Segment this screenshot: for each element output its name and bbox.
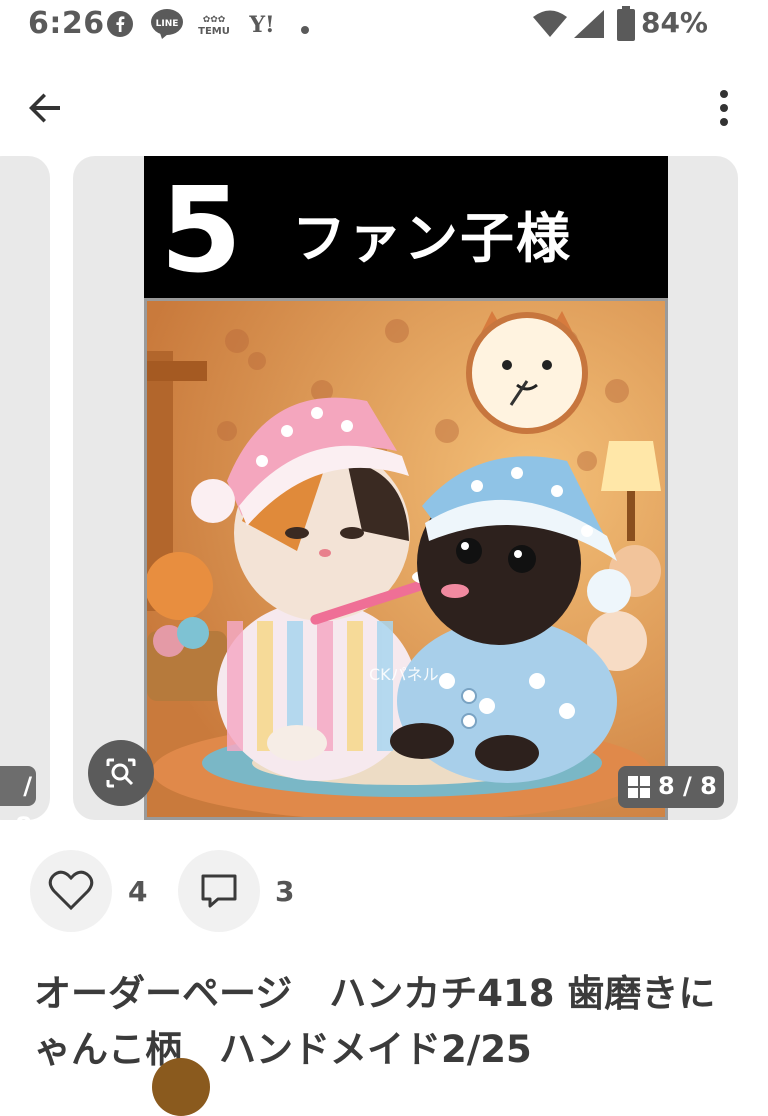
photo-watermark: CKパネル bbox=[369, 665, 439, 684]
more-options-button[interactable] bbox=[700, 84, 748, 132]
svg-text:LINE: LINE bbox=[156, 19, 179, 29]
action-row: 4 3 bbox=[0, 850, 768, 940]
previous-image-card[interactable] bbox=[0, 156, 50, 820]
temu-icon: ✿✿✿ TEMU bbox=[196, 10, 232, 42]
like-count: 4 bbox=[128, 875, 148, 908]
product-title: オーダーページ ハンカチ418 歯磨きにゃんこ柄 ハンドメイド2/25 bbox=[34, 972, 716, 1071]
comment-count: 3 bbox=[275, 875, 295, 908]
status-bar: 6:26 LINE ✿✿✿ TEMU Y! 84% bbox=[0, 0, 768, 52]
svg-text:✿✿✿: ✿✿✿ bbox=[203, 15, 226, 25]
product-photo[interactable]: 5 ファン子様 CKパネル bbox=[144, 156, 668, 820]
kittens-illustration: CKパネル bbox=[144, 298, 668, 820]
image-counter-badge[interactable]: 8 / 8 bbox=[618, 766, 724, 808]
image-counter-text: 8 / 8 bbox=[658, 772, 717, 800]
dot-icon bbox=[300, 20, 310, 39]
image-search-button[interactable] bbox=[88, 740, 154, 806]
photo-header-banner: 5 ファン子様 bbox=[144, 156, 668, 299]
heart-icon bbox=[48, 870, 94, 911]
photo-header-number: 5 bbox=[160, 161, 243, 299]
comment-icon bbox=[201, 874, 237, 908]
arrow-left-icon bbox=[29, 93, 60, 123]
back-button[interactable] bbox=[22, 84, 70, 132]
battery-icon bbox=[616, 6, 636, 46]
grid-icon bbox=[628, 776, 650, 798]
comment-button[interactable] bbox=[178, 850, 260, 932]
like-button[interactable] bbox=[30, 850, 112, 932]
previous-image-counter: / 8 bbox=[0, 766, 36, 840]
wifi-icon bbox=[532, 10, 568, 42]
current-image-card[interactable]: 5 ファン子様 CKパネル 8 / 8 bbox=[73, 156, 738, 820]
svg-text:TEMU: TEMU bbox=[198, 26, 230, 37]
avatar[interactable] bbox=[152, 1058, 210, 1116]
lens-search-icon bbox=[106, 758, 136, 788]
svg-text:Y!: Y! bbox=[248, 12, 274, 38]
app-bar bbox=[0, 72, 768, 136]
signal-icon bbox=[572, 8, 606, 44]
photo-header-text: ファン子様 bbox=[292, 207, 572, 270]
line-icon: LINE bbox=[150, 8, 184, 44]
battery-percent: 84% bbox=[640, 6, 708, 39]
facebook-icon bbox=[106, 10, 134, 42]
status-time: 6:26 bbox=[28, 6, 105, 41]
image-carousel[interactable]: / 8 5 ファン子様 CKパネル 8 / 8 bbox=[0, 156, 768, 840]
yahoo-icon: Y! bbox=[244, 10, 280, 42]
more-vert-icon bbox=[720, 90, 728, 126]
